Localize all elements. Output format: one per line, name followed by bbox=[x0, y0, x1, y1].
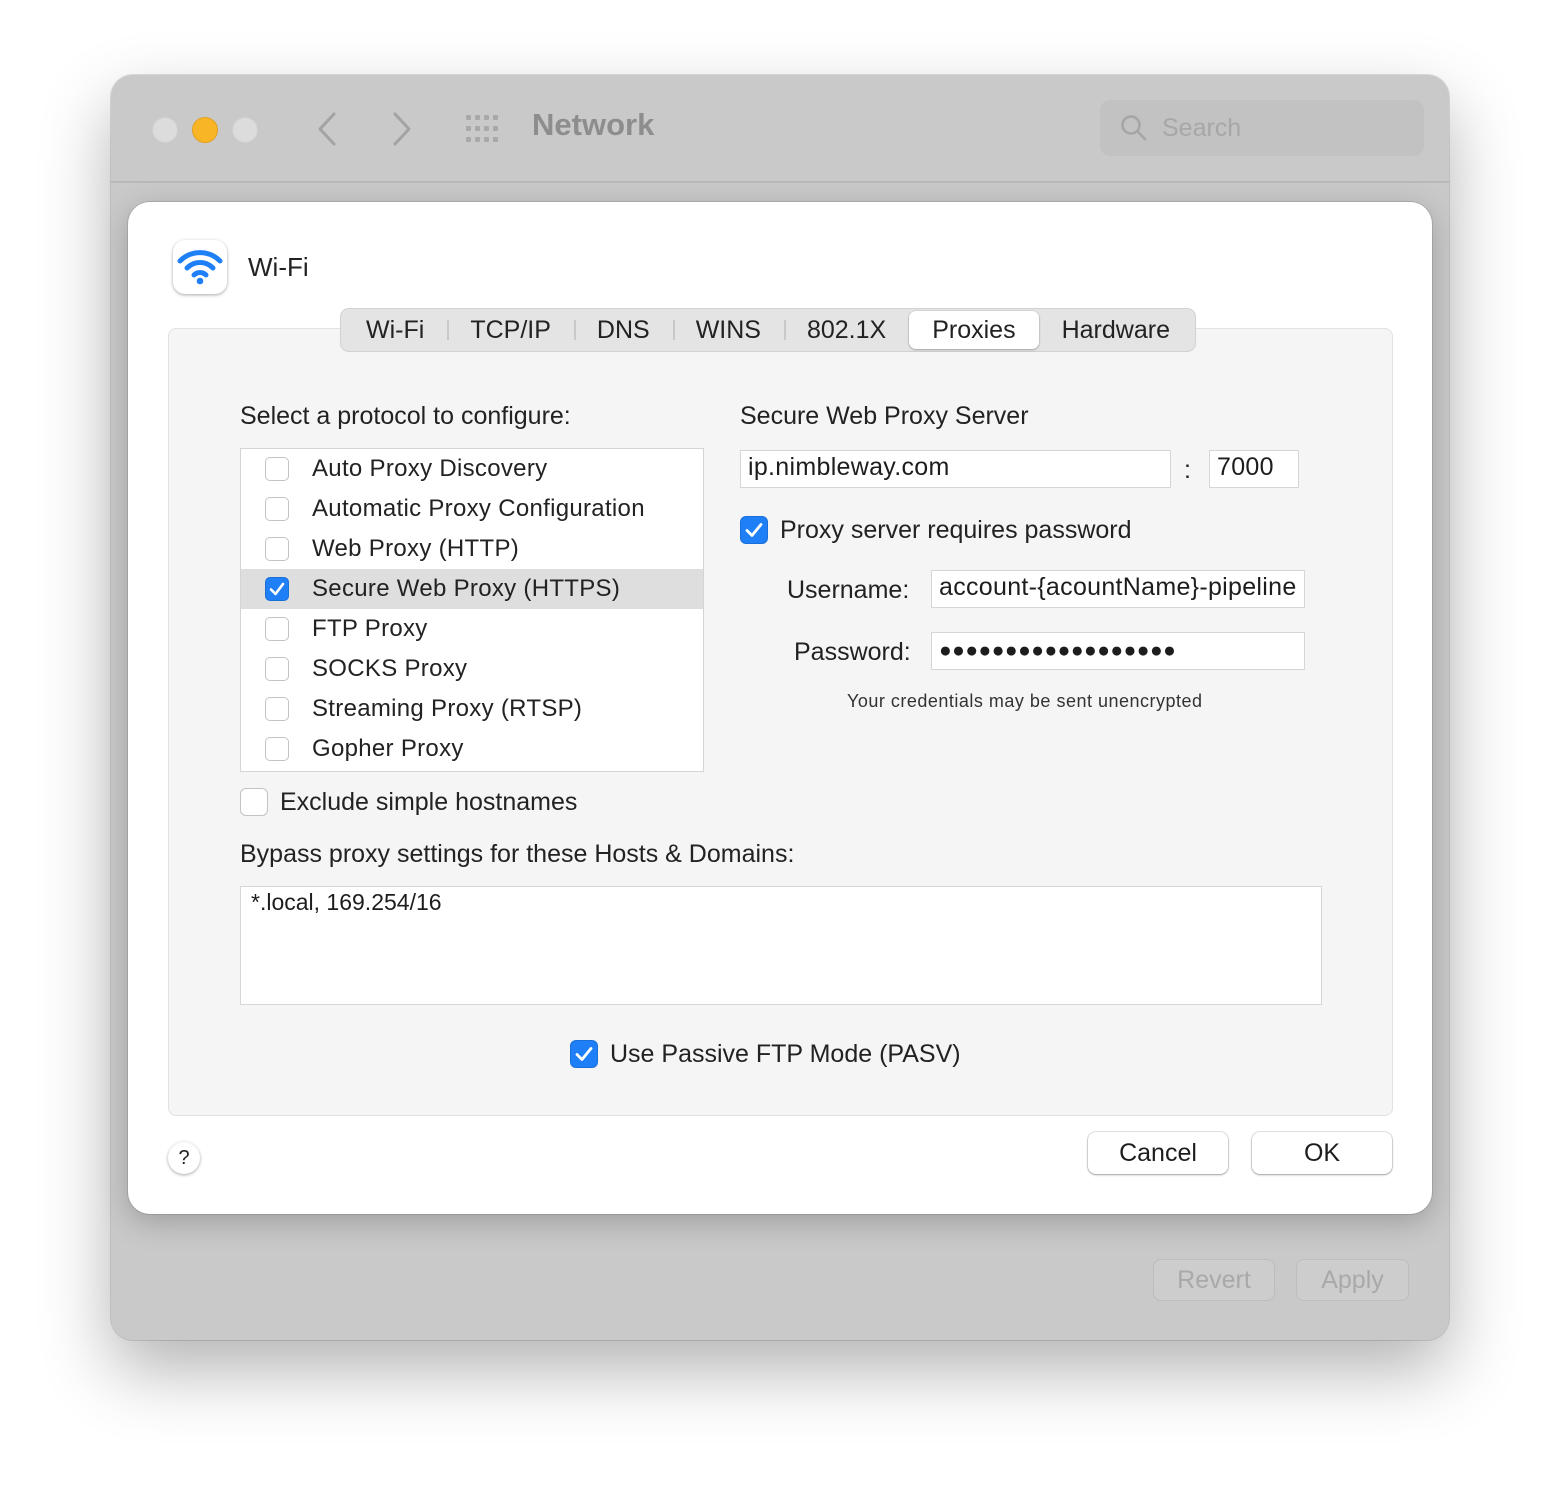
chevron-left-icon bbox=[318, 112, 336, 146]
wifi-icon bbox=[177, 250, 223, 285]
requires-password-label: Proxy server requires password bbox=[780, 516, 1132, 544]
minimize-window-button[interactable] bbox=[192, 117, 218, 143]
grid-icon bbox=[466, 115, 498, 142]
passive-ftp-label: Use Passive FTP Mode (PASV) bbox=[610, 1040, 961, 1068]
protocol-label: Secure Web Proxy (HTTPS) bbox=[312, 575, 621, 602]
proxy-settings-sheet: Wi-Fi Select a protocol to configure: Au… bbox=[128, 202, 1432, 1214]
protocol-heading: Select a protocol to configure: bbox=[240, 402, 571, 430]
protocol-label: FTP Proxy bbox=[312, 615, 428, 642]
exclude-simple-hostnames-checkbox[interactable] bbox=[240, 788, 268, 816]
forward-button[interactable] bbox=[386, 109, 418, 149]
protocol-label: SOCKS Proxy bbox=[312, 655, 468, 682]
tab-proxies[interactable]: Proxies bbox=[909, 311, 1039, 349]
service-name: Wi-Fi bbox=[248, 252, 309, 282]
protocol-checkbox[interactable] bbox=[265, 697, 289, 721]
protocol-label: Auto Proxy Discovery bbox=[312, 455, 548, 482]
tab-hardware[interactable]: Hardware bbox=[1039, 311, 1193, 349]
tab-tcpip[interactable]: TCP/IP bbox=[447, 311, 574, 349]
proxies-panel: Select a protocol to configure: Auto Pro… bbox=[168, 328, 1393, 1116]
requires-password-checkbox[interactable] bbox=[740, 516, 768, 544]
protocol-checkbox[interactable] bbox=[265, 497, 289, 521]
search-field[interactable]: Search bbox=[1100, 100, 1424, 156]
proxy-server-field[interactable]: ip.nimbleway.com bbox=[740, 450, 1171, 488]
back-button[interactable] bbox=[311, 109, 343, 149]
credentials-hint: Your credentials may be sent unencrypted bbox=[847, 691, 1203, 711]
checkmark-icon bbox=[575, 1047, 593, 1061]
server-heading: Secure Web Proxy Server bbox=[740, 402, 1029, 430]
protocol-label: Automatic Proxy Configuration bbox=[312, 495, 645, 522]
protocol-checkbox[interactable] bbox=[265, 537, 289, 561]
protocol-row-streaming-proxy-rtsp[interactable]: Streaming Proxy (RTSP) bbox=[241, 689, 703, 729]
zoom-window-button[interactable] bbox=[232, 117, 258, 143]
protocol-checkbox[interactable] bbox=[265, 457, 289, 481]
username-label: Username: bbox=[787, 576, 910, 604]
close-window-button[interactable] bbox=[152, 117, 178, 143]
search-icon bbox=[1121, 115, 1147, 141]
protocol-row-auto-proxy-discovery[interactable]: Auto Proxy Discovery bbox=[241, 449, 703, 489]
protocol-checkbox[interactable] bbox=[265, 577, 289, 601]
password-label: Password: bbox=[794, 638, 911, 666]
protocol-checkbox[interactable] bbox=[265, 657, 289, 681]
bypass-heading: Bypass proxy settings for these Hosts & … bbox=[240, 840, 795, 868]
port-separator: : bbox=[1184, 456, 1191, 484]
tab-8021x[interactable]: 802.1X bbox=[783, 311, 909, 349]
protocol-row-automatic-proxy-configuration[interactable]: Automatic Proxy Configuration bbox=[241, 489, 703, 529]
protocol-row-socks-proxy[interactable]: SOCKS Proxy bbox=[241, 649, 703, 689]
cancel-button[interactable]: Cancel bbox=[1088, 1132, 1228, 1174]
exclude-simple-hostnames-label: Exclude simple hostnames bbox=[280, 788, 578, 816]
passive-ftp-checkbox[interactable] bbox=[570, 1040, 598, 1068]
protocol-row-gopher-proxy[interactable]: Gopher Proxy bbox=[241, 729, 703, 769]
proxy-port-field[interactable]: 7000 bbox=[1209, 450, 1299, 488]
ok-button[interactable]: OK bbox=[1252, 1132, 1392, 1174]
tab-bar: Wi-Fi TCP/IP DNS WINS 802.1X Proxies Har… bbox=[340, 308, 1196, 352]
protocol-list[interactable]: Auto Proxy Discovery Automatic Proxy Con… bbox=[240, 448, 704, 772]
search-placeholder: Search bbox=[1162, 114, 1242, 142]
service-icon bbox=[173, 240, 227, 294]
revert-button[interactable]: Revert bbox=[1153, 1259, 1275, 1301]
protocol-label: Streaming Proxy (RTSP) bbox=[312, 695, 583, 722]
protocol-row-ftp-proxy[interactable]: FTP Proxy bbox=[241, 609, 703, 649]
titlebar: Network Search bbox=[111, 75, 1449, 183]
username-field[interactable]: account-{acountName}-pipeline bbox=[931, 570, 1305, 608]
tab-dns[interactable]: DNS bbox=[573, 311, 673, 349]
checkmark-icon bbox=[269, 582, 285, 596]
apply-button[interactable]: Apply bbox=[1296, 1259, 1409, 1301]
help-button[interactable]: ? bbox=[168, 1142, 200, 1174]
show-all-button[interactable] bbox=[463, 111, 503, 147]
password-field[interactable]: ●●●●●●●●●●●●●●●●●● bbox=[931, 632, 1305, 670]
protocol-checkbox[interactable] bbox=[265, 737, 289, 761]
window-title: Network bbox=[532, 107, 655, 142]
protocol-row-secure-web-proxy-https[interactable]: Secure Web Proxy (HTTPS) bbox=[241, 569, 703, 609]
tab-wins[interactable]: WINS bbox=[672, 311, 784, 349]
tab-wifi[interactable]: Wi-Fi bbox=[343, 311, 447, 349]
protocol-label: Gopher Proxy bbox=[312, 735, 464, 762]
protocol-label: Web Proxy (HTTP) bbox=[312, 535, 520, 562]
bypass-hosts-textarea[interactable]: *.local, 169.254/16 bbox=[240, 886, 1322, 1005]
chevron-right-icon bbox=[393, 112, 411, 146]
protocol-checkbox[interactable] bbox=[265, 617, 289, 641]
protocol-row-web-proxy-http[interactable]: Web Proxy (HTTP) bbox=[241, 529, 703, 569]
checkmark-icon bbox=[745, 523, 763, 537]
